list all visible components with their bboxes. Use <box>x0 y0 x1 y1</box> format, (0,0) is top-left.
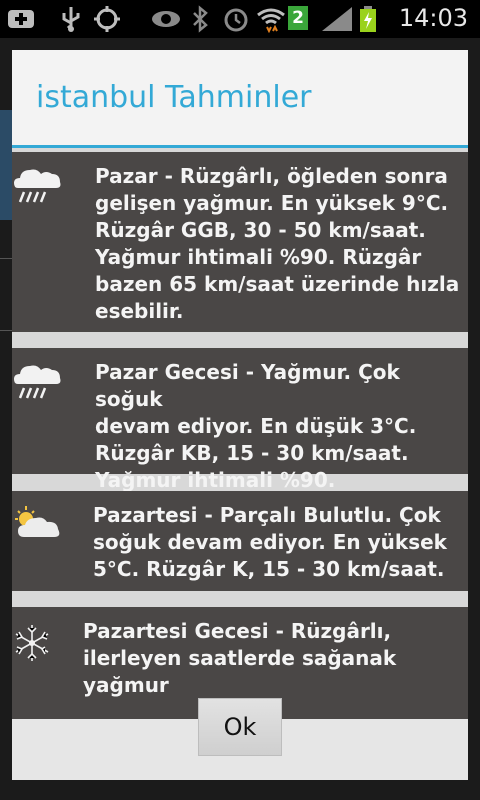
ok-button[interactable]: Ok <box>198 698 282 756</box>
rain-cloud-icon <box>14 365 61 399</box>
forecast-line: Rüzgâr KB, 15 - 30 km/saat. <box>95 441 409 465</box>
background-divider <box>0 330 12 331</box>
background-divider <box>0 258 12 259</box>
forecast-line: Pazartesi Gecesi - Rüzgârlı, <box>83 619 392 643</box>
forecast-line: gelişen yağmur. En yüksek 9°C. <box>95 191 449 215</box>
forecast-text: Pazar Gecesi - Yağmur. Çok soğuk devam e… <box>95 359 465 494</box>
forecast-line: esebilir. <box>95 299 184 323</box>
forecast-text: Pazartesi - Parçalı Bulutlu. Çok soğuk d… <box>93 502 465 583</box>
forecast-item: Pazartesi - Parçalı Bulutlu. Çok soğuk d… <box>12 491 468 591</box>
forecast-line: Yağmur ihtimali %90. Rüzgâr <box>95 245 422 269</box>
bluetooth-icon <box>193 5 208 33</box>
forecast-line: devam ediyor. En düşük 3°C. <box>95 414 417 438</box>
add-icon <box>8 10 34 28</box>
partly-cloudy-icon <box>15 506 60 537</box>
forecast-text: Pazar - Rüzgârlı, öğleden sonra gelişen … <box>95 163 465 325</box>
signal-icon <box>322 7 352 31</box>
background-strip <box>0 110 12 220</box>
forecast-line: ilerleyen saatlerde sağanak yağmur <box>83 646 397 697</box>
alarm-icon <box>224 8 248 32</box>
gps-icon <box>94 6 120 32</box>
forecast-line: Yağmur ihtimali %90. <box>95 468 336 492</box>
eye-icon <box>152 11 180 27</box>
notification-badge: 2 <box>288 6 308 30</box>
clock: 14:03 <box>398 4 468 32</box>
wifi-icon <box>257 8 285 33</box>
forecast-line: Pazar - Rüzgârlı, öğleden sonra <box>95 164 448 188</box>
status-bar: 2 14:03 <box>0 0 480 38</box>
forecast-line: Pazar Gecesi - Yağmur. Çok soğuk <box>95 360 400 411</box>
forecast-line: soğuk devam ediyor. En yüksek <box>93 530 447 554</box>
dialog-title: istanbul Tahminler <box>36 80 312 115</box>
forecast-line: Rüzgâr GGB, 30 - 50 km/saat. <box>95 218 426 242</box>
forecast-line: bazen 65 km/saat üzerinde hızla <box>95 272 460 296</box>
forecast-dialog: istanbul Tahminler Pazar - Rüzgârlı, öğl… <box>12 50 468 780</box>
snowflake-icon <box>15 625 49 661</box>
forecast-line: Pazartesi - Parçalı Bulutlu. Çok <box>93 503 441 527</box>
usb-icon <box>62 7 80 32</box>
rain-cloud-icon <box>14 169 61 203</box>
forecast-item: Pazar Gecesi - Yağmur. Çok soğuk devam e… <box>12 348 468 492</box>
battery-charging-icon <box>360 6 376 32</box>
forecast-line: 5°C. Rüzgâr K, 15 - 30 km/saat. <box>93 557 445 581</box>
forecast-text: Pazartesi Gecesi - Rüzgârlı, ilerleyen s… <box>83 618 465 699</box>
forecast-list[interactable]: Pazar - Rüzgârlı, öğleden sonra gelişen … <box>12 148 468 719</box>
forecast-item: Pazar - Rüzgârlı, öğleden sonra gelişen … <box>12 152 468 332</box>
